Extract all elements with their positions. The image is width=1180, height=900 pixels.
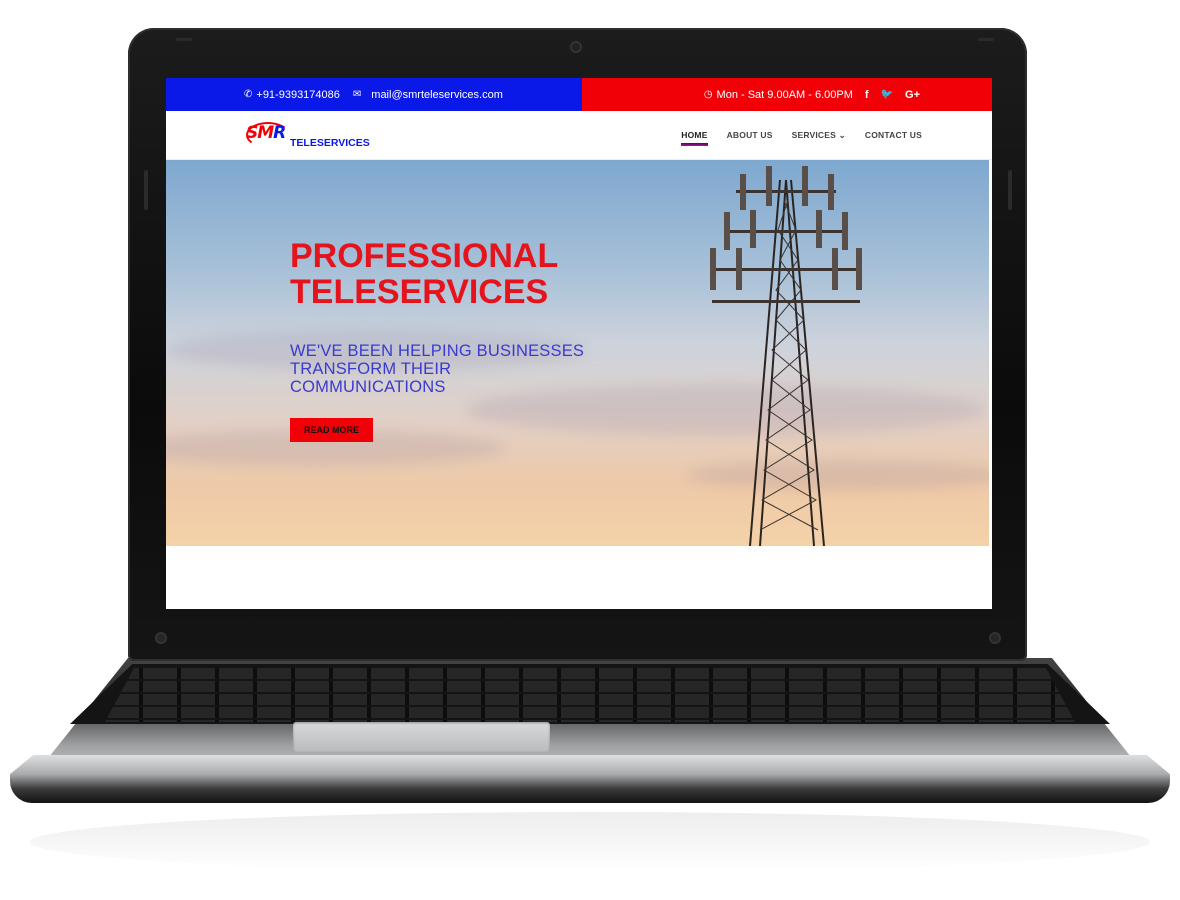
logo-mark-r: R [273, 123, 286, 143]
keyboard [105, 668, 1075, 722]
webcam [570, 41, 582, 53]
hero-subtitle: WE'VE BEEN HELPING BUSINESSES TRANSFORM … [290, 342, 585, 396]
twitter-icon[interactable]: 🐦 [881, 89, 893, 100]
bezel-bump-right [989, 632, 1001, 644]
email-address: mail@smrteleservices.com [371, 88, 503, 101]
business-hours: Mon - Sat 9.00AM - 6.00PM [716, 88, 853, 101]
nav-about-us[interactable]: ABOUT US [727, 130, 773, 140]
facebook-icon[interactable]: f [865, 89, 869, 101]
site-logo[interactable]: SMR TELESERVICES [246, 119, 386, 155]
phone-number: +91-9393174086 [256, 88, 340, 101]
cell-tower-image [710, 166, 862, 546]
email-item[interactable]: ✉ mail@smrteleservices.com [353, 89, 503, 101]
envelope-icon: ✉ [352, 89, 362, 100]
top-info-bar: ✆ +91-9393174086 ✉ mail@smrteleservices.… [166, 78, 992, 111]
nav-services[interactable]: SERVICES ⌄ [792, 130, 846, 141]
hero-title: PROFESSIONAL TELESERVICES [290, 238, 610, 310]
logo-text: TELESERVICES [290, 137, 370, 149]
hero-title-line2: TELESERVICES [290, 273, 549, 311]
content-area [166, 546, 992, 609]
bezel-bump-left [155, 632, 167, 644]
google-plus-icon[interactable]: G+ [905, 89, 920, 101]
logo-mark: SMR [246, 123, 286, 143]
clock-icon: ◷ [703, 89, 713, 100]
contact-bar: ✆ +91-9393174086 ✉ mail@smrteleservices.… [166, 78, 582, 111]
nav-menu: HOME ABOUT US SERVICES ⌄ CONTACT US [681, 111, 922, 159]
nav-home[interactable]: HOME [681, 130, 708, 146]
laptop-reflection [30, 812, 1150, 872]
phone-item[interactable]: ✆ +91-9393174086 [244, 89, 340, 101]
hours-bar: ◷ Mon - Sat 9.00AM - 6.00PM f 🐦 G+ [582, 78, 992, 111]
hours-item: ◷ Mon - Sat 9.00AM - 6.00PM [704, 89, 853, 101]
hero-banner: PROFESSIONAL TELESERVICES WE'VE BEEN HEL… [166, 160, 989, 546]
touchpad [293, 722, 550, 752]
bezel-mic-left [176, 38, 192, 41]
bezel-slot-left [144, 170, 148, 210]
laptop-front-edge [10, 755, 1170, 803]
bezel-slot-right [1008, 170, 1012, 210]
nav-contact-us[interactable]: CONTACT US [865, 130, 922, 140]
logo-mark-main: SM [246, 123, 274, 143]
read-more-button[interactable]: READ MORE [290, 418, 373, 442]
phone-icon: ✆ [244, 89, 253, 100]
main-navbar: SMR TELESERVICES HOME ABOUT US SERVICES … [166, 111, 992, 160]
bezel-mic-right [978, 38, 994, 41]
hero-title-line1: PROFESSIONAL [290, 237, 559, 275]
laptop-screen: ✆ +91-9393174086 ✉ mail@smrteleservices.… [166, 78, 992, 609]
